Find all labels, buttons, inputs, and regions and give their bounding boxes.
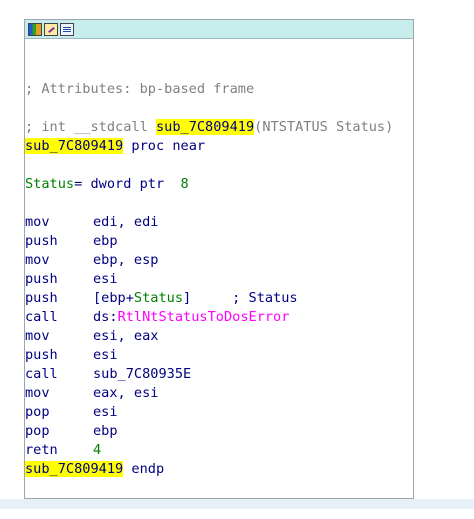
mnemonic: push <box>25 271 58 287</box>
prototype-suffix: (NTSTATUS Status) <box>254 119 394 135</box>
disassembly-listing: ; Attributes: bp-based frame ; int __std… <box>25 80 393 479</box>
mnemonic: call <box>25 366 58 382</box>
var-def: = dword ptr <box>74 176 181 192</box>
instruction-line: mov esi, eax <box>25 327 393 346</box>
endp-function-name[interactable]: sub_7C809419 <box>25 461 124 477</box>
instruction-line: push ebp <box>25 232 393 251</box>
operand-var[interactable]: Status <box>134 290 183 306</box>
mnemonic: pop <box>25 423 50 439</box>
operands: esi <box>93 347 118 363</box>
prototype-comment: ; int __stdcall sub_7C809419(NTSTATUS St… <box>25 118 393 137</box>
api-call-name[interactable]: RtlNtStatusToDosError <box>118 309 290 325</box>
text-view-icon[interactable] <box>60 22 74 36</box>
endp-line: sub_7C809419 endp <box>25 460 393 479</box>
operands: ebp <box>93 423 118 439</box>
mnemonic: mov <box>25 214 50 230</box>
proc-keyword: proc near <box>123 138 206 154</box>
operands: eax, esi <box>93 385 159 401</box>
operands: ebp, esp <box>93 252 159 268</box>
operand-suffix: ] <box>183 290 233 306</box>
inline-comment: ; Status <box>232 290 298 306</box>
instruction-line: pop esi <box>25 403 393 422</box>
attributes-comment: ; Attributes: bp-based frame <box>25 81 255 97</box>
instruction-line: call sub_7C80935E <box>25 365 393 384</box>
proc-line: sub_7C809419 proc near <box>25 137 393 156</box>
operand-prefix: ds: <box>93 309 118 325</box>
operand-number: 4 <box>93 442 102 458</box>
operands: ebp <box>93 233 118 249</box>
instruction-line: mov ebp, esp <box>25 251 393 270</box>
window-toolbar <box>25 20 413 39</box>
operands: esi <box>93 271 118 287</box>
operands: esi, eax <box>93 328 159 344</box>
instruction-line: call ds:RtlNtStatusToDosError <box>25 308 393 327</box>
instruction-line: push esi <box>25 270 393 289</box>
operands: esi <box>93 404 118 420</box>
instruction-line: retn 4 <box>25 441 393 460</box>
mnemonic: call <box>25 309 58 325</box>
mnemonic: retn <box>25 442 58 458</box>
mnemonic: mov <box>25 385 50 401</box>
operand-prefix: [ebp+ <box>93 290 134 306</box>
instruction-line: mov eax, esi <box>25 384 393 403</box>
instruction-line: pop ebp <box>25 422 393 441</box>
mnemonic: mov <box>25 252 50 268</box>
disassembly-window: ; Attributes: bp-based frame ; int __std… <box>24 19 414 499</box>
prototype-function-name[interactable]: sub_7C809419 <box>155 119 255 135</box>
var-def-line: Status= dword ptr 8 <box>25 175 393 194</box>
endp-keyword: endp <box>123 461 165 477</box>
instruction-line: push [ebp+Status] ; Status <box>25 289 393 308</box>
operands: edi, edi <box>93 214 159 230</box>
instruction-line: push esi <box>25 346 393 365</box>
instruction-line: mov edi, edi <box>25 213 393 232</box>
mnemonic: push <box>25 290 58 306</box>
prototype-prefix: ; int __stdcall <box>25 119 156 135</box>
mnemonic: mov <box>25 328 50 344</box>
mnemonic: push <box>25 233 58 249</box>
var-offset: 8 <box>180 176 189 192</box>
bottom-strip <box>0 499 474 509</box>
edit-icon[interactable] <box>44 22 58 36</box>
call-target[interactable]: sub_7C80935E <box>93 366 191 382</box>
mnemonic: push <box>25 347 58 363</box>
var-name[interactable]: Status <box>25 176 74 192</box>
proc-function-name[interactable]: sub_7C809419 <box>25 138 124 154</box>
mnemonic: pop <box>25 404 50 420</box>
graph-view-icon[interactable] <box>28 22 42 36</box>
